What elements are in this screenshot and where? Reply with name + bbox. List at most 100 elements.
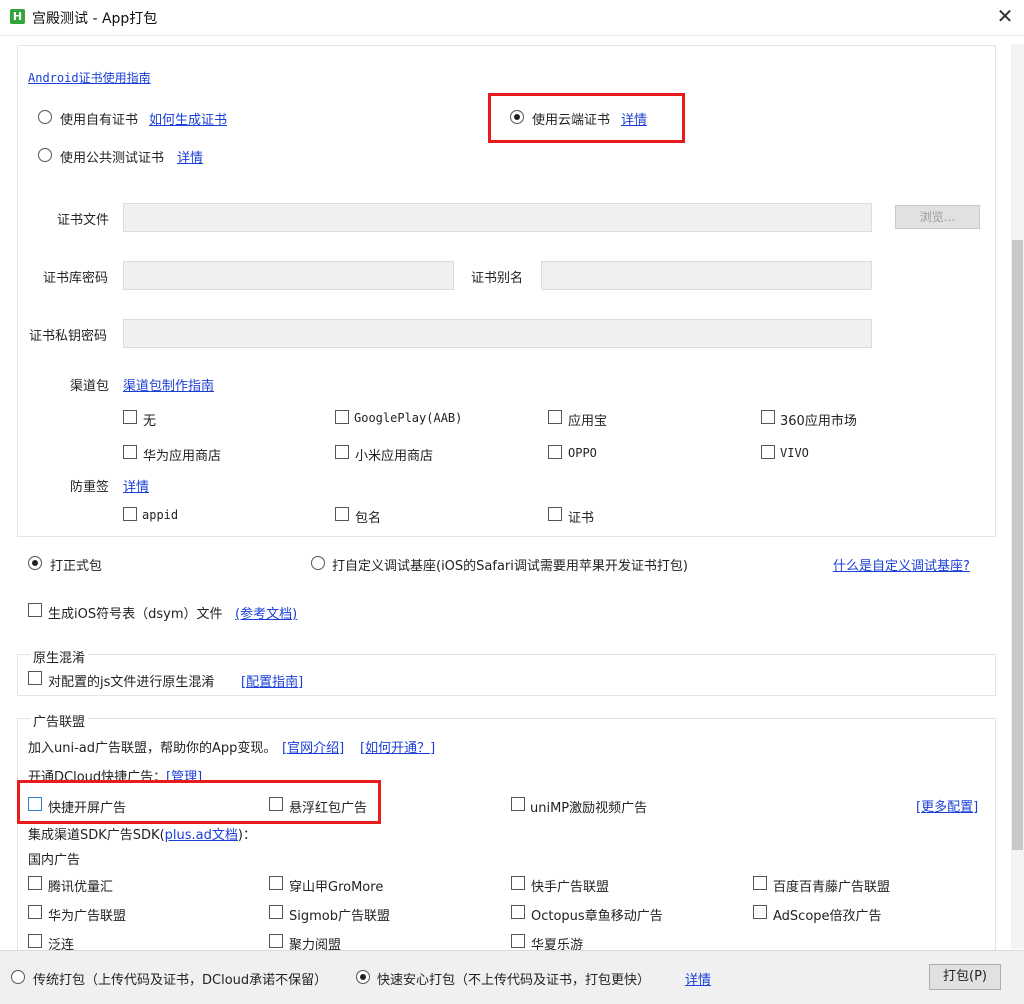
ads-official-link[interactable]: [官网介绍] — [282, 737, 344, 756]
cert-alias-input[interactable] — [541, 261, 872, 290]
quick-splash-ad-checkbox[interactable] — [28, 797, 42, 811]
ads-intro-text: 加入uni-ad广告联盟，帮助你的App变现。 — [28, 741, 277, 756]
pack-button[interactable]: 打包(P) — [929, 964, 1001, 990]
unimp-reward-video-checkbox[interactable] — [511, 797, 525, 811]
ad-kuaishou-label: 快手广告联盟 — [531, 880, 610, 895]
cert-cloud-label: 使用云端证书 — [532, 113, 611, 128]
ads-sdk-doc-link[interactable]: plus.ad文档 — [165, 828, 238, 843]
anti-resign-package-label: 包名 — [355, 511, 382, 526]
cert-file-label: 证书文件 — [57, 213, 110, 228]
channel-xiaomi-label: 小米应用商店 — [355, 449, 434, 464]
cert-cloud-detail-link[interactable]: 详情 — [621, 109, 647, 128]
obfuscation-label: 对配置的js文件进行原生混淆 — [48, 675, 215, 690]
cert-public-detail-link[interactable]: 详情 — [177, 147, 203, 166]
channel-googleplay-checkbox[interactable] — [335, 410, 349, 424]
cert-own-radio[interactable] — [38, 110, 52, 124]
channel-none-label: 无 — [143, 414, 157, 429]
ads-sdk-label: 集成渠道SDK广告SDK(plus.ad文档)： — [28, 828, 256, 843]
cert-public-label: 使用公共测试证书 — [60, 151, 165, 166]
channel-vivo-label: VIVO — [780, 446, 809, 460]
cert-file-input[interactable] — [123, 203, 872, 232]
anti-resign-appid-label: appid — [142, 508, 179, 522]
private-key-password-input[interactable] — [123, 319, 872, 348]
anti-resign-cert-checkbox[interactable] — [548, 507, 562, 521]
channel-huawei-label: 华为应用商店 — [143, 449, 222, 464]
ad-adscope-label: AdScope倍孜广告 — [773, 909, 882, 924]
channel-360-checkbox[interactable] — [761, 410, 775, 424]
cert-alias-label: 证书别名 — [471, 271, 524, 286]
traditional-pack-radio[interactable] — [11, 970, 25, 984]
domestic-ads-label: 国内广告 — [28, 853, 81, 868]
ad-csj-checkbox[interactable] — [269, 876, 283, 890]
channel-360-label: 360应用市场 — [780, 414, 857, 429]
safe-pack-radio[interactable] — [356, 970, 370, 984]
ad-huawei-checkbox[interactable] — [28, 905, 42, 919]
channel-label: 渠道包 — [70, 379, 110, 394]
anti-resign-cert-label: 证书 — [568, 511, 595, 526]
cert-public-radio[interactable] — [38, 148, 52, 162]
ad-huawei-label: 华为广告联盟 — [48, 909, 127, 924]
anti-resign-label: 防重签 — [70, 480, 110, 495]
ad-csj-label: 穿山甲GroMore — [289, 880, 384, 895]
traditional-pack-label: 传统打包（上传代码及证书，DCloud承诺不保留） — [33, 973, 328, 988]
obfuscation-checkbox[interactable] — [28, 671, 42, 685]
dsym-checkbox[interactable] — [28, 603, 42, 617]
channel-googleplay-label: GooglePlay(AAB) — [354, 411, 463, 425]
ad-tencent-label: 腾讯优量汇 — [48, 880, 114, 895]
ad-adscope-checkbox[interactable] — [753, 905, 767, 919]
window-title: 宫殿测试 - App打包 — [32, 11, 158, 27]
ads-howto-link[interactable]: [如何开通？] — [360, 737, 435, 756]
ad-octopus-label: Octopus章鱼移动广告 — [531, 909, 663, 924]
ad-juli-checkbox[interactable] — [269, 934, 283, 948]
build-custom-base-radio[interactable] — [311, 556, 325, 570]
obfuscation-group-title: 原生混淆 — [30, 647, 89, 666]
hbuilder-app-icon: H — [10, 9, 25, 24]
ad-sigmob-checkbox[interactable] — [269, 905, 283, 919]
keystore-password-input[interactable] — [123, 261, 454, 290]
anti-resign-package-checkbox[interactable] — [335, 507, 349, 521]
build-formal-radio[interactable] — [28, 556, 42, 570]
unimp-reward-video-label: uniMP激励视频广告 — [530, 801, 648, 816]
channel-huawei-checkbox[interactable] — [123, 445, 137, 459]
cert-own-label: 使用自有证书 — [60, 113, 139, 128]
close-icon[interactable]: ✕ — [994, 4, 1016, 28]
channel-oppo-label: OPPO — [568, 446, 597, 460]
channel-guide-link[interactable]: 渠道包制作指南 — [123, 375, 214, 394]
ad-sigmob-label: Sigmob广告联盟 — [289, 909, 390, 924]
ad-baidu-checkbox[interactable] — [753, 876, 767, 890]
scrollbar-thumb[interactable] — [1012, 240, 1023, 850]
obfuscation-guide-link[interactable]: [配置指南] — [241, 671, 303, 690]
quick-splash-ad-label: 快捷开屏广告 — [48, 801, 127, 816]
dsym-doc-link[interactable]: (参考文档) — [235, 603, 297, 622]
ad-baidu-label: 百度百青藤广告联盟 — [773, 880, 891, 895]
ad-kuaishou-checkbox[interactable] — [511, 876, 525, 890]
channel-vivo-checkbox[interactable] — [761, 445, 775, 459]
channel-oppo-checkbox[interactable] — [548, 445, 562, 459]
anti-resign-appid-checkbox[interactable] — [123, 507, 137, 521]
floating-redpacket-ad-checkbox[interactable] — [269, 797, 283, 811]
channel-yingyongbao-checkbox[interactable] — [548, 410, 562, 424]
ads-more-config-link[interactable]: [更多配置] — [916, 796, 978, 815]
keystore-password-label: 证书库密码 — [43, 271, 109, 286]
safe-pack-detail-link[interactable]: 详情 — [685, 969, 711, 988]
cert-cloud-radio[interactable] — [510, 110, 524, 124]
ads-group-title: 广告联盟 — [30, 711, 89, 730]
safe-pack-label: 快速安心打包（不上传代码及证书，打包更快） — [377, 973, 651, 988]
anti-resign-detail-link[interactable]: 详情 — [123, 476, 149, 495]
channel-none-checkbox[interactable] — [123, 410, 137, 424]
channel-xiaomi-checkbox[interactable] — [335, 445, 349, 459]
channel-yingyongbao-label: 应用宝 — [568, 414, 608, 429]
cert-own-howto-link[interactable]: 如何生成证书 — [149, 109, 227, 128]
floating-redpacket-ad-label: 悬浮红包广告 — [289, 801, 368, 816]
browse-button[interactable]: 浏览... — [895, 205, 980, 229]
build-custom-base-label: 打自定义调试基座(iOS的Safari调试需要用苹果开发证书打包) — [332, 559, 688, 574]
custom-base-help-link[interactable]: 什么是自定义调试基座? — [833, 555, 970, 574]
private-key-password-label: 证书私钥密码 — [29, 329, 108, 344]
build-formal-label: 打正式包 — [50, 559, 103, 574]
dsym-label: 生成iOS符号表（dsym）文件 — [48, 607, 223, 622]
ad-huaxia-checkbox[interactable] — [511, 934, 525, 948]
android-cert-guide-link[interactable]: Android证书使用指南 — [28, 69, 151, 86]
ad-fanlian-checkbox[interactable] — [28, 934, 42, 948]
ad-tencent-checkbox[interactable] — [28, 876, 42, 890]
ad-octopus-checkbox[interactable] — [511, 905, 525, 919]
